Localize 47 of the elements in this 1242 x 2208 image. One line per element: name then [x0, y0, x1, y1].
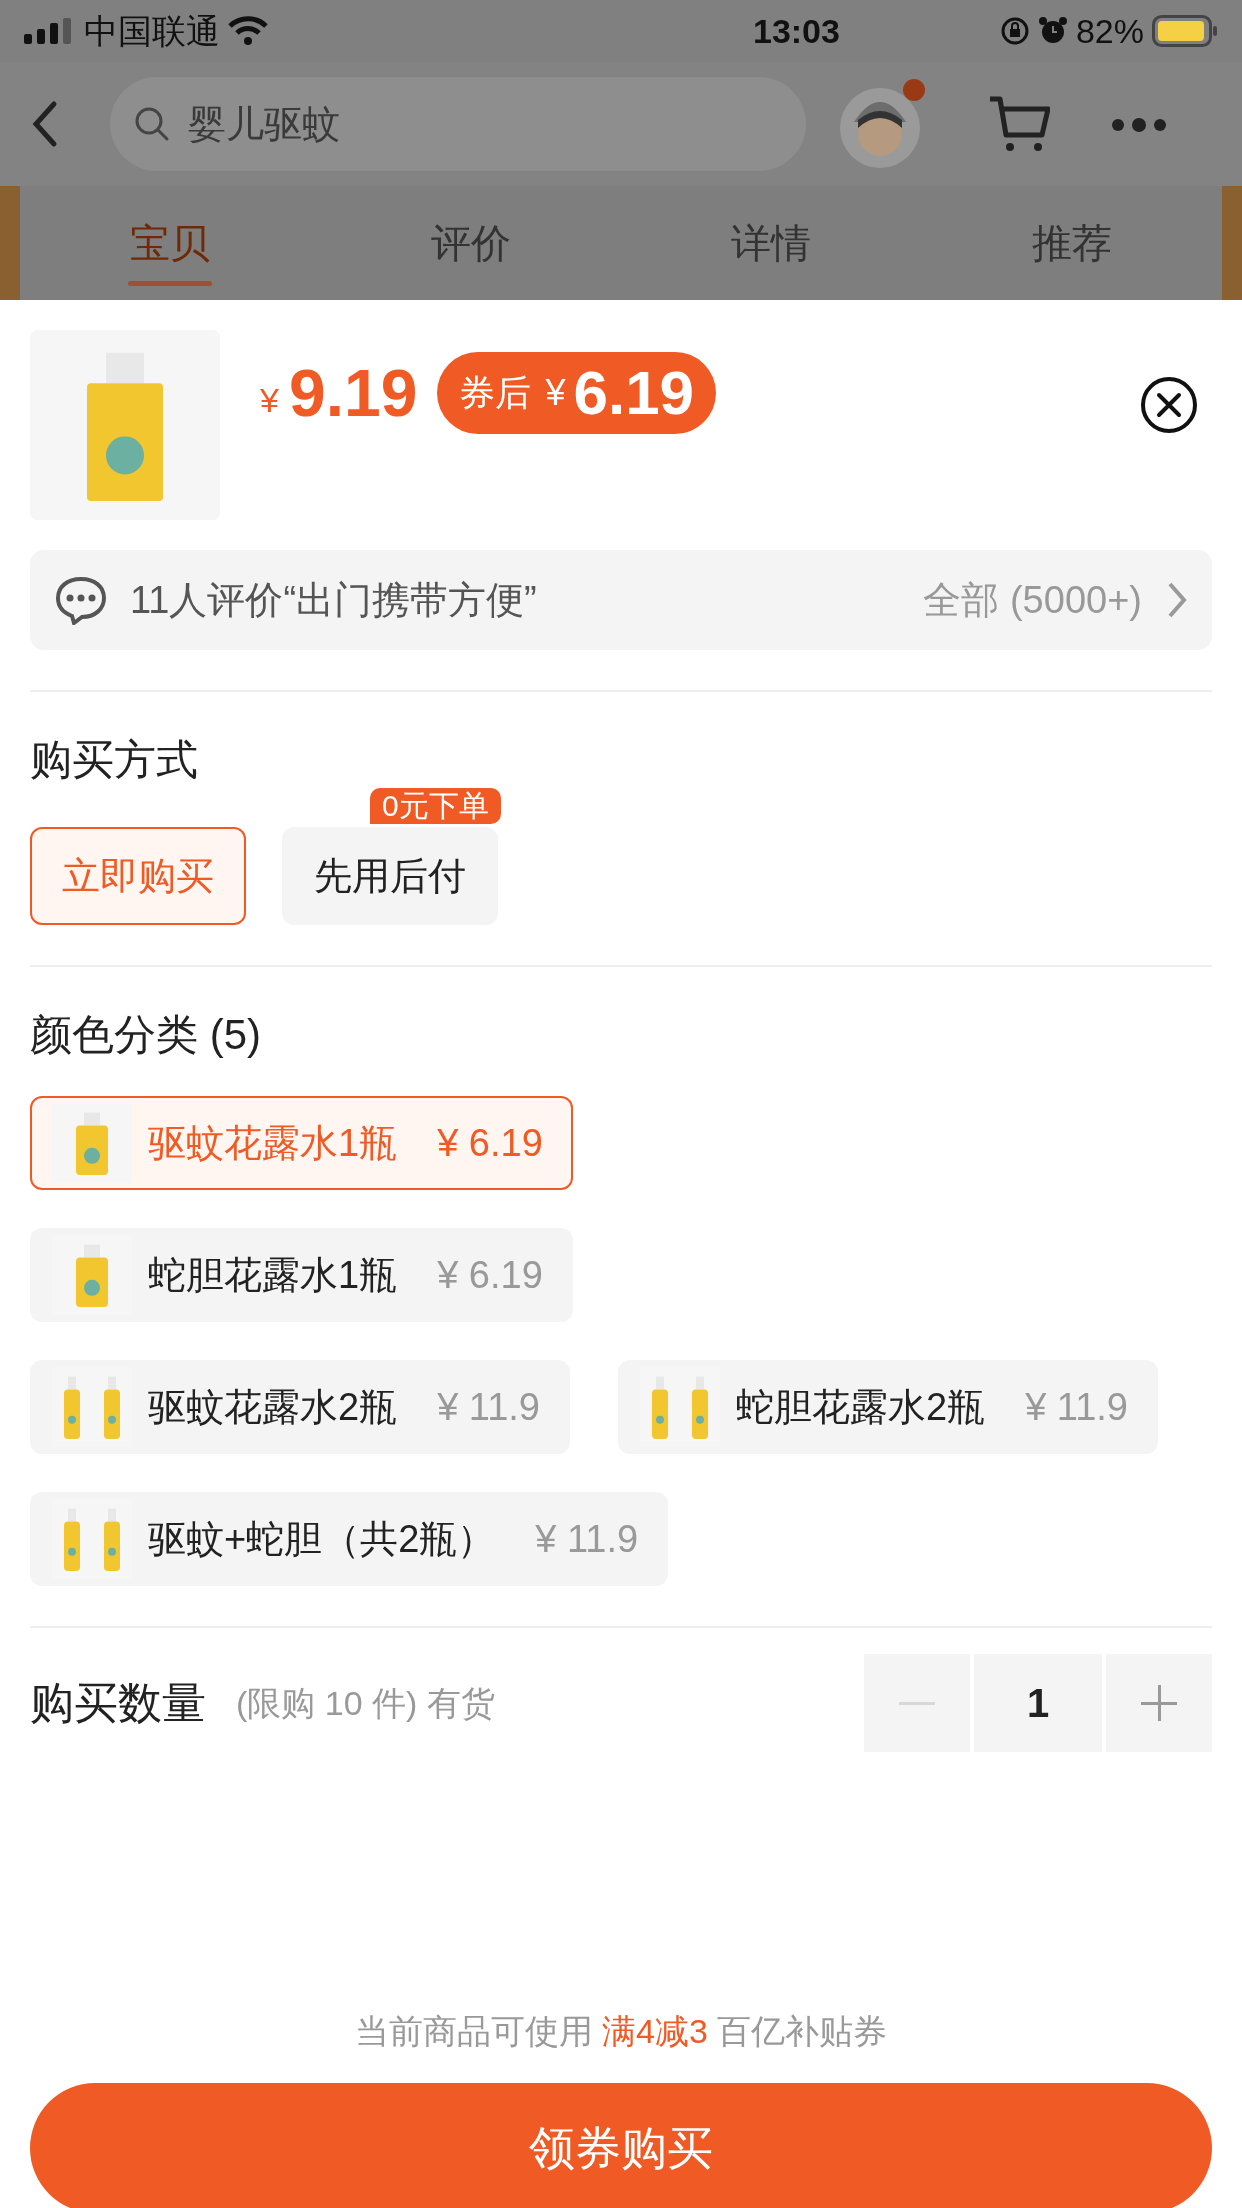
close-icon	[1140, 376, 1198, 434]
section-title: 颜色分类 (5)	[30, 1010, 262, 1060]
coupon-label: 券后	[459, 371, 532, 415]
promo-badge: 0元下单	[368, 786, 503, 826]
battery-percent: 82%	[1075, 10, 1144, 52]
variant-price: ¥ 11.9	[1025, 1384, 1128, 1430]
variant-name: 蛇胆花露水1瓶	[148, 1252, 398, 1298]
status-time: 13:03	[752, 10, 840, 52]
variant-name: 驱蚊花露水2瓶	[148, 1384, 398, 1430]
search-icon	[134, 106, 170, 142]
variant-name: 驱蚊花露水1瓶	[148, 1120, 398, 1166]
quantity-label: 购买数量	[30, 1677, 206, 1729]
chat-bubble-icon	[54, 575, 108, 625]
product-price: 9.19	[288, 360, 418, 426]
variant-price: ¥ 11.9	[535, 1516, 639, 1562]
variant-option[interactable]: 驱蚊花露水2瓶 ¥ 11.9	[30, 1360, 570, 1454]
variant-name: 蛇胆花露水2瓶	[736, 1384, 986, 1430]
cart-icon	[988, 95, 1050, 153]
wifi-icon	[228, 16, 268, 46]
coupon-price: 6.19	[573, 362, 695, 424]
search-field[interactable]: 婴儿驱蚊	[110, 77, 806, 171]
variant-name: 驱蚊+蛇胆（共2瓶）	[148, 1516, 496, 1562]
variant-price: ¥ 6.19	[437, 1120, 543, 1166]
purchase-option[interactable]: 先用后付	[282, 827, 498, 925]
stock-note: (限购 10 件) 有货	[236, 1682, 495, 1724]
currency-symbol: ¥	[545, 371, 566, 415]
quantity-value[interactable]: 1	[974, 1654, 1102, 1752]
close-button[interactable]	[1140, 376, 1198, 434]
chevron-right-icon	[1166, 580, 1188, 620]
cart-button[interactable]	[988, 95, 1050, 153]
variant-option[interactable]: 蛇胆花露水1瓶 ¥ 6.19	[30, 1228, 573, 1322]
review-bar[interactable]: 11人评价“出门携带方便” 全部 (5000+)	[30, 550, 1212, 650]
variant-option[interactable]: 蛇胆花露水2瓶 ¥ 11.9	[618, 1360, 1158, 1454]
battery-icon	[1152, 15, 1218, 47]
more-icon	[1110, 116, 1168, 133]
coupon-note: 当前商品可使用 满4减3 百亿补贴券	[353, 2011, 889, 2052]
variant-price: ¥ 11.9	[437, 1384, 540, 1430]
variant-price: ¥ 6.19	[437, 1252, 543, 1298]
carrier-name: 中国联通	[84, 10, 220, 52]
currency-symbol: ¥	[260, 379, 279, 421]
variant-option[interactable]: 驱蚊+蛇胆（共2瓶） ¥ 11.9	[30, 1492, 669, 1586]
section-title: 购买方式	[30, 735, 199, 785]
review-count: 全部 (5000+)	[923, 577, 1142, 623]
plus-icon	[1141, 1685, 1177, 1721]
alarm-icon	[1037, 16, 1068, 46]
review-summary: 11人评价“出门携带方便”	[130, 577, 537, 623]
rotation-lock-icon	[999, 16, 1030, 46]
